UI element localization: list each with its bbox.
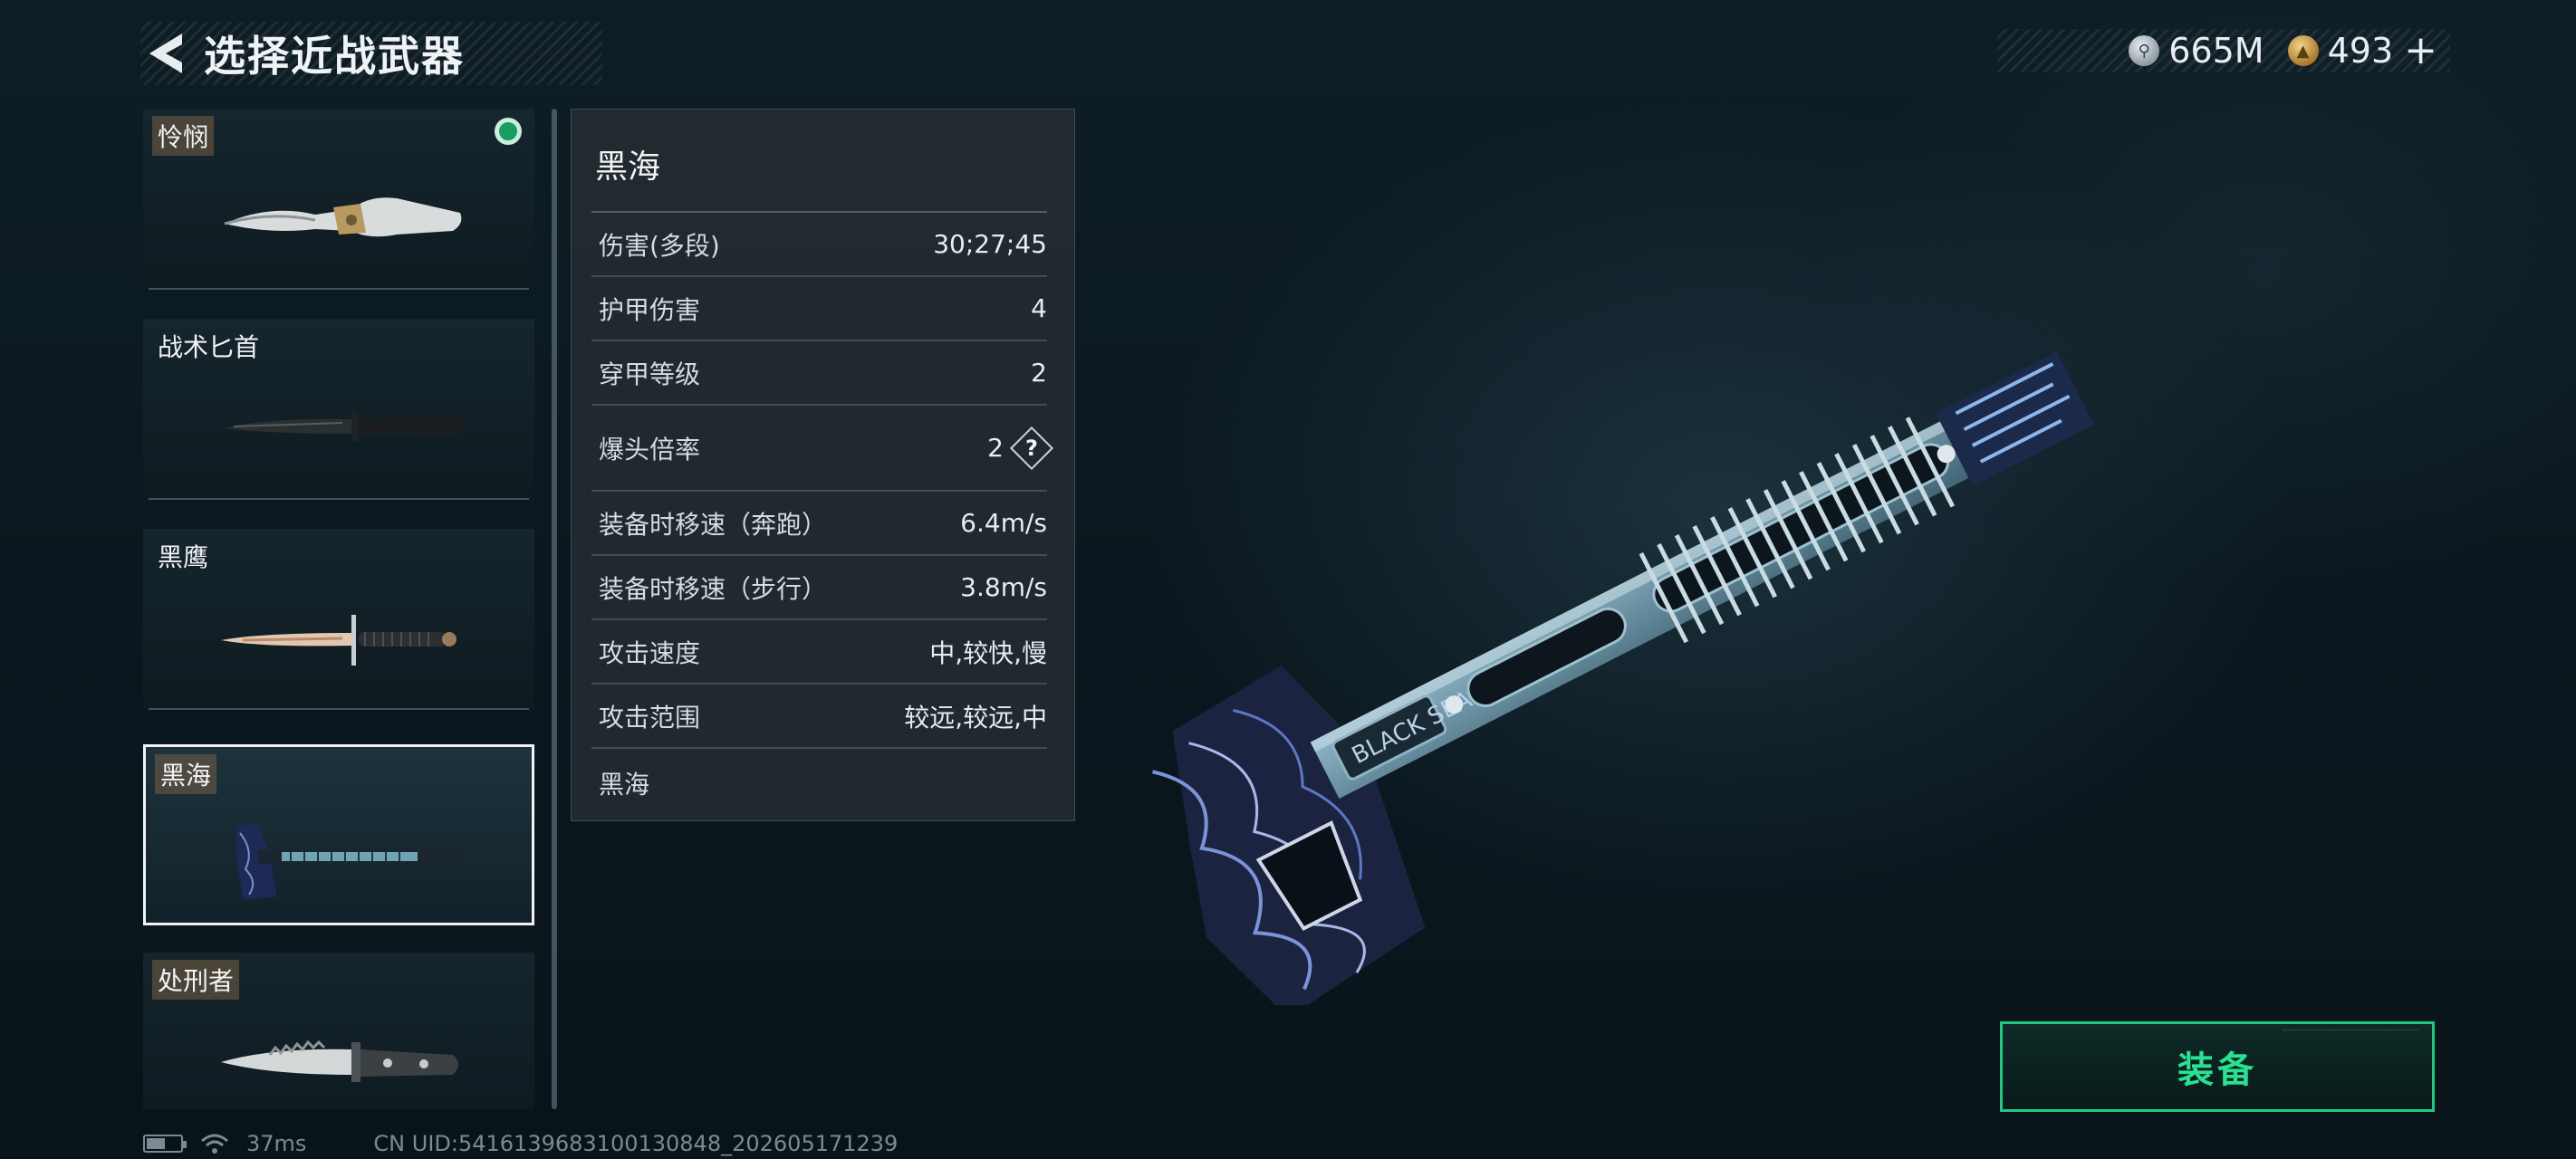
status-bar: 37ms CN UID:5416139683100130848_20260517… <box>143 1130 898 1157</box>
stat-label: 穿甲等级 <box>599 359 701 389</box>
weapon-card-tactical-dagger[interactable]: 战术匕首 <box>143 319 534 500</box>
currency-silver[interactable]: ⚲ 665M <box>2129 31 2264 71</box>
silver-coin-icon: ⚲ <box>2129 35 2160 66</box>
stat-row-run-speed: 装备时移速（奔跑） 6.4m/s <box>591 492 1047 556</box>
weapon-name: 战术匕首 <box>158 332 260 362</box>
weapon-stats-panel: 黑海 伤害(多段) 30;27;45 护甲伤害 4 穿甲等级 2 爆头倍率 2 … <box>571 109 1075 821</box>
tactical-axe-icon <box>236 824 463 900</box>
stat-row-attack-speed: 攻击速度 中,较快,慢 <box>591 620 1047 685</box>
page-header: 选择近战武器 <box>140 22 602 85</box>
karambit-knife-icon <box>224 197 462 237</box>
weapon-name: 黑海 <box>155 754 217 794</box>
page-title: 选择近战武器 <box>204 32 465 81</box>
stat-value: 较远,较远,中 <box>904 702 1047 733</box>
stat-label: 攻击速度 <box>599 637 701 668</box>
currency-bar: ⚲ 665M ▲ 493 + <box>1997 29 2450 72</box>
combat-knife-icon <box>223 410 462 441</box>
weapon-card-executioner[interactable]: 处刑者 <box>143 953 534 1109</box>
card-divider <box>149 288 529 290</box>
wifi-icon <box>201 1134 228 1154</box>
stat-value: 2 <box>987 433 1004 463</box>
stat-row-headshot: 爆头倍率 2 ? <box>591 406 1054 492</box>
weapon-description: 黑海 <box>599 770 650 800</box>
stat-label: 伤害(多段) <box>599 230 720 261</box>
weapon-detail-title: 黑海 <box>591 110 1047 213</box>
stat-row-armor-damage: 护甲伤害 4 <box>591 277 1047 341</box>
battery-icon <box>143 1135 187 1153</box>
button-decoration <box>2283 1030 2419 1039</box>
serrated-knife-icon <box>221 1039 458 1082</box>
stat-label: 攻击范围 <box>599 702 701 733</box>
weapon-list-scrollbar[interactable] <box>552 109 557 1109</box>
stat-value-group: 2 ? <box>987 426 1054 470</box>
gold-amount: 493 <box>2327 31 2394 71</box>
card-divider <box>149 708 529 710</box>
bayonet-knife-icon <box>221 615 457 666</box>
player-uid: CN UID:5416139683100130848_202605171239 <box>373 1131 899 1156</box>
equip-button-label: 装备 <box>2177 1049 2257 1091</box>
stat-row-penetration: 穿甲等级 2 <box>591 341 1047 406</box>
stat-row-walk-speed: 装备时移速（步行） 3.8m/s <box>591 556 1047 620</box>
stat-value: 30;27;45 <box>933 229 1047 259</box>
weapon-card-mercy[interactable]: 怜悯 <box>143 109 534 290</box>
stat-value: 中,较快,慢 <box>929 637 1047 668</box>
weapon-card-black-hawk[interactable]: 黑鹰 <box>143 529 534 710</box>
stat-label: 护甲伤害 <box>599 294 701 325</box>
weapon-card-black-sea[interactable]: 黑海 <box>143 744 534 925</box>
stat-value: 3.8m/s <box>960 572 1047 602</box>
currency-gold[interactable]: ▲ 493 + <box>2287 31 2437 71</box>
stat-label: 装备时移速（步行） <box>599 573 828 604</box>
back-arrow-icon <box>149 34 182 73</box>
stat-label: 爆头倍率 <box>599 434 701 465</box>
weapon-name: 黑鹰 <box>158 542 209 572</box>
gold-coin-icon: ▲ <box>2287 35 2319 66</box>
stat-value: 6.4m/s <box>960 508 1047 538</box>
weapon-name: 处刑者 <box>152 960 240 1000</box>
weapon-name: 怜悯 <box>152 116 215 156</box>
weapon-list[interactable]: 怜悯 战术匕首 黑鹰 黑海 处刑者 <box>143 109 538 1109</box>
equip-button[interactable]: 装备 <box>2000 1021 2435 1112</box>
silver-amount: 665M <box>2168 31 2264 71</box>
stat-row-damage: 伤害(多段) 30;27;45 <box>591 213 1047 277</box>
help-glyph: ? <box>1025 435 1038 461</box>
equipped-indicator-icon <box>495 118 522 145</box>
stat-label: 装备时移速（奔跑） <box>599 509 828 540</box>
back-button[interactable] <box>140 26 191 81</box>
ping-value: 37ms <box>246 1131 307 1156</box>
add-currency-button[interactable]: + <box>2404 31 2437 71</box>
card-divider <box>149 498 529 500</box>
black-sea-axe-render[interactable]: BLACK SEA <box>1042 263 2129 1005</box>
stat-row-attack-range: 攻击范围 较远,较远,中 <box>591 685 1047 749</box>
